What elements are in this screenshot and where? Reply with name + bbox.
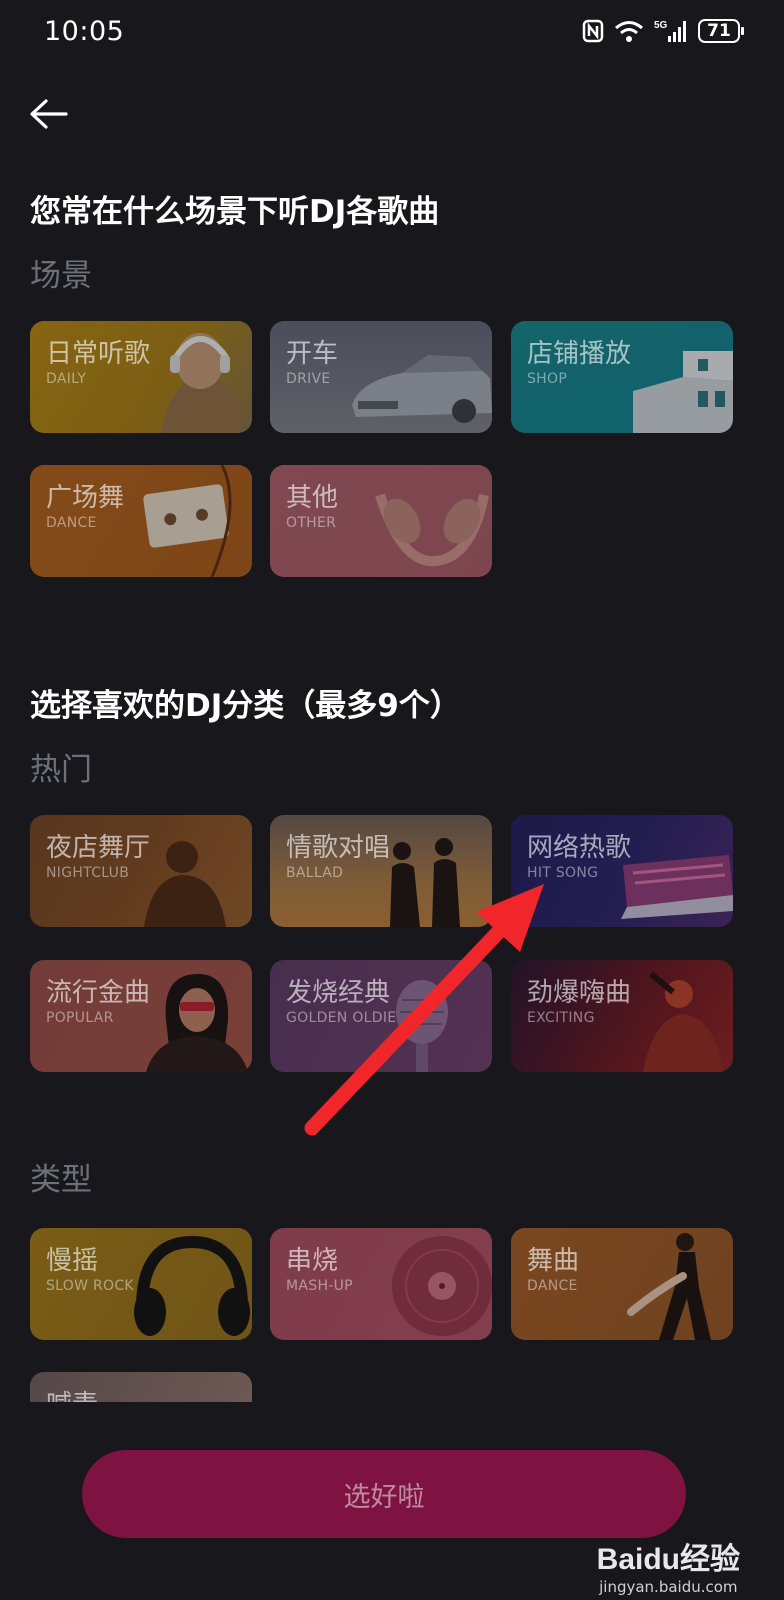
category-section-title: 选择喜欢的DJ分类（最多9个）	[30, 688, 461, 724]
tile-sublabel: DANCE	[527, 1278, 578, 1294]
tile-label: 网络热歌	[527, 833, 632, 863]
battery-icon: 71	[698, 19, 744, 43]
tile-sublabel: BALLAD	[286, 865, 344, 881]
headphones-image	[134, 1235, 250, 1336]
battery-level: 71	[707, 21, 731, 41]
tile-shop[interactable]: 店铺播放 SHOP	[511, 321, 733, 433]
tile-mash-up[interactable]: 串烧 MASH-UP	[270, 1228, 492, 1340]
tile-label: 串烧	[286, 1246, 339, 1276]
confirm-button[interactable]: 选好啦	[82, 1450, 686, 1538]
back-arrow-icon	[30, 99, 68, 129]
watermark-brand: Baidu经验	[596, 1543, 740, 1576]
tile-nightclub[interactable]: 夜店舞厅 NIGHTCLUB	[30, 815, 252, 927]
nfc-icon	[582, 19, 604, 43]
watermark-url: jingyan.baidu.com	[599, 1578, 738, 1596]
dancers-image	[627, 1233, 711, 1340]
tile-sublabel: HIT SONG	[527, 865, 599, 881]
tile-label: 日常听歌	[46, 339, 151, 369]
cellular-5g-icon: 5G	[654, 20, 686, 42]
tile-label: 店铺播放	[527, 339, 632, 369]
scene-section-title: 您常在什么场景下听DJ各歌曲	[30, 194, 440, 230]
tile-ballad[interactable]: 情歌对唱 BALLAD	[270, 815, 492, 927]
tile-sublabel: OTHER	[286, 515, 337, 531]
tile-label: 慢摇	[46, 1246, 99, 1276]
tile-sublabel: NIGHTCLUB	[46, 865, 130, 881]
tile-hit-song[interactable]: 网络热歌 HIT SONG	[511, 815, 733, 927]
tile-sublabel: POPULAR	[46, 1010, 114, 1026]
baidu-watermark: Baidu经验 jingyan.baidu.com	[597, 1534, 740, 1596]
tile-popular[interactable]: 流行金曲 POPULAR	[30, 960, 252, 1072]
tile-exciting[interactable]: 劲爆嗨曲 EXCITING	[511, 960, 733, 1072]
tile-label: 流行金曲	[46, 978, 151, 1008]
tile-sublabel: GOLDEN OLDIE	[286, 1010, 397, 1026]
status-bar: 10:05 5G 71	[0, 0, 784, 68]
tile-sublabel: DANCE	[46, 515, 97, 531]
tile-daily[interactable]: 日常听歌 DAILY	[30, 321, 252, 433]
tile-label: 开车	[286, 339, 339, 369]
tile-sublabel: SHOP	[527, 371, 568, 387]
car-image	[352, 355, 492, 423]
tile-label: 舞曲	[527, 1246, 580, 1276]
type-subheading: 类型	[30, 1162, 92, 1198]
scene-subheading: 场景	[30, 258, 92, 294]
tile-shout-wheat[interactable]: 喊麦	[30, 1372, 252, 1402]
tile-label: 发烧经典	[286, 978, 391, 1008]
status-time: 10:05	[44, 16, 125, 47]
tile-slow-rock[interactable]: 慢摇 SLOW ROCK	[30, 1228, 252, 1340]
tile-label: 情歌对唱	[286, 833, 391, 863]
cassette-image	[143, 465, 232, 577]
annotation-arrow-icon	[304, 884, 544, 1136]
tile-label: 劲爆嗨曲	[527, 978, 632, 1008]
hot-subheading: 热门	[30, 752, 92, 788]
wifi-icon	[615, 21, 643, 42]
tile-label: 夜店舞厅	[46, 833, 151, 863]
tile-sublabel: EXCITING	[527, 1010, 595, 1026]
tile-golden-oldie[interactable]: 发烧经典 GOLDEN OLDIE	[270, 960, 492, 1072]
tile-sublabel: DRIVE	[286, 371, 331, 387]
tile-sublabel: DAILY	[46, 371, 87, 387]
tile-label: 其他	[286, 483, 339, 513]
tile-sublabel: MASH-UP	[286, 1278, 353, 1294]
tile-dance[interactable]: 广场舞 DANCE	[30, 465, 252, 577]
tile-drive[interactable]: 开车 DRIVE	[270, 321, 492, 433]
headphones-image	[375, 493, 489, 567]
tile-label: 广场舞	[46, 483, 125, 513]
svg-text:5G: 5G	[654, 20, 668, 31]
tile-dance-music[interactable]: 舞曲 DANCE	[511, 1228, 733, 1340]
tile-other[interactable]: 其他 OTHER	[270, 465, 492, 577]
vinyl-record-image	[392, 1236, 492, 1336]
back-button[interactable]	[26, 92, 74, 140]
tile-sublabel: SLOW ROCK	[46, 1278, 134, 1294]
